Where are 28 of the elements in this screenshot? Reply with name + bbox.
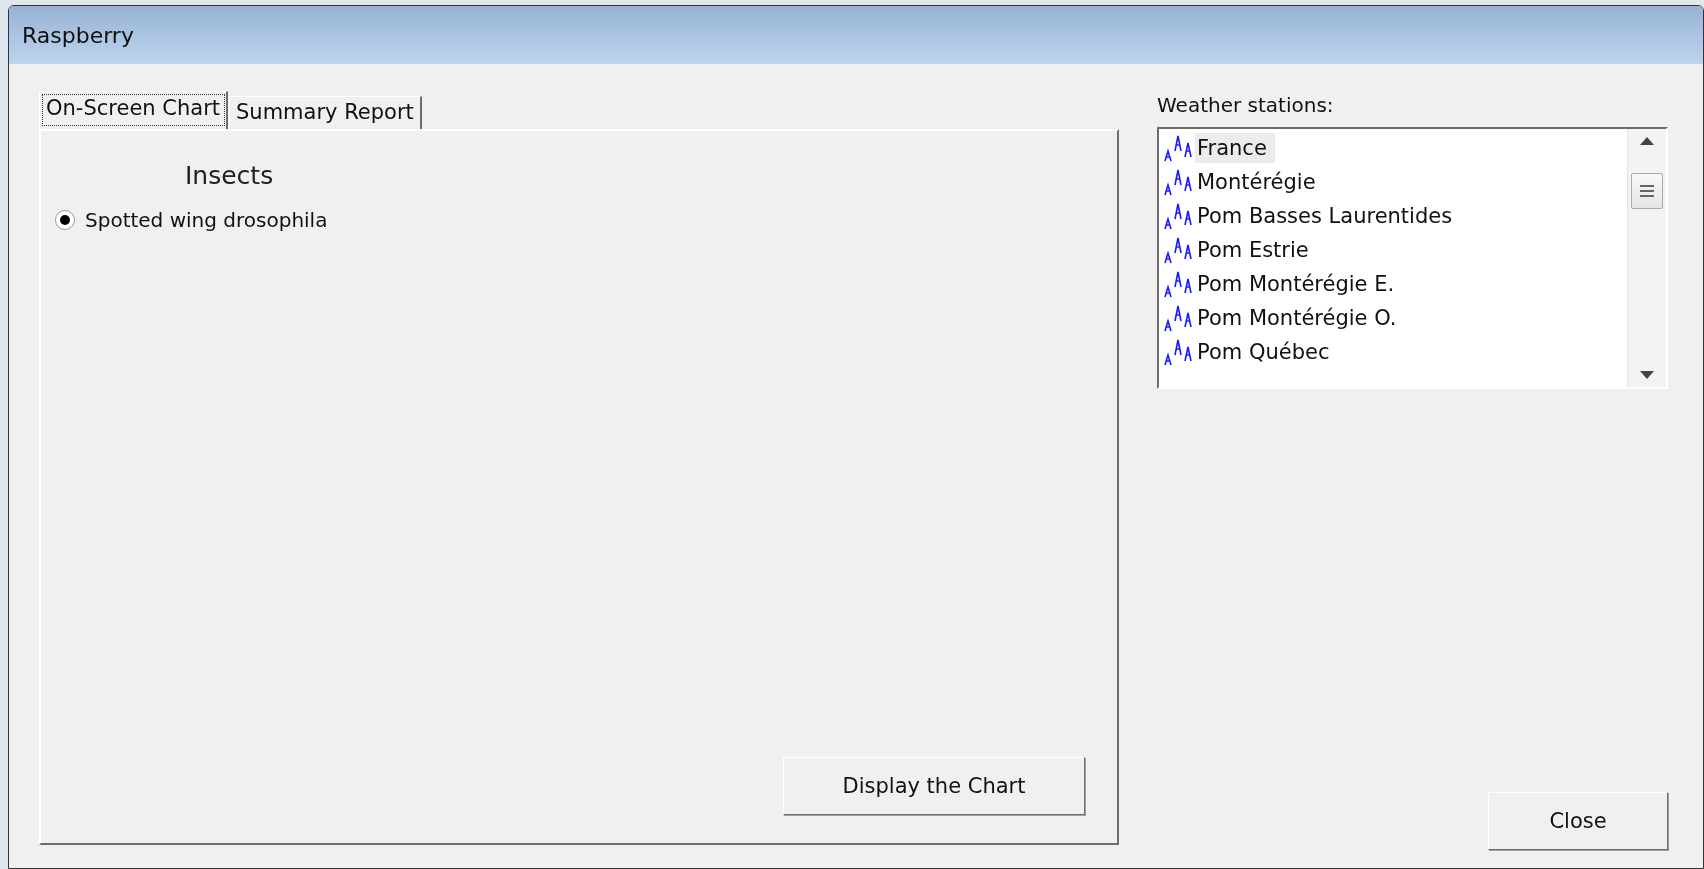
grip-icon — [1639, 183, 1655, 198]
station-icon — [1163, 201, 1195, 231]
station-icon — [1163, 133, 1195, 163]
scroll-up-icon[interactable] — [1640, 137, 1654, 145]
station-icon — [1163, 303, 1195, 333]
scrollbar[interactable] — [1627, 129, 1666, 387]
station-item[interactable]: Pom Basses Laurentides — [1195, 201, 1461, 231]
scroll-thumb[interactable] — [1631, 172, 1663, 209]
station-item[interactable]: Pom Montérégie O. — [1195, 303, 1405, 333]
window-title: Raspberry — [22, 22, 134, 48]
tab[interactable]: On-Screen Chart — [39, 91, 228, 129]
group-title: Insects — [185, 161, 275, 190]
station-item[interactable]: France — [1195, 133, 1275, 163]
station-icon — [1163, 337, 1195, 367]
station-item[interactable]: Pom Québec — [1195, 337, 1338, 367]
list-label: Weather stations: — [1157, 93, 1335, 117]
display-chart-button[interactable]: Display the Chart — [783, 757, 1085, 815]
station-icon — [1163, 235, 1195, 265]
station-item[interactable]: Montérégie — [1195, 167, 1324, 197]
station-icon — [1163, 269, 1195, 299]
station-icon — [1163, 167, 1195, 197]
tab[interactable]: Summary Report — [229, 96, 422, 129]
radio-label: Spotted wing drosophila — [85, 208, 328, 232]
scroll-down-icon[interactable] — [1640, 371, 1654, 379]
radio-button[interactable] — [55, 210, 75, 230]
close-button[interactable]: Close — [1488, 792, 1668, 850]
station-item[interactable]: Pom Estrie — [1195, 235, 1317, 265]
station-item[interactable]: Pom Montérégie E. — [1195, 269, 1403, 299]
